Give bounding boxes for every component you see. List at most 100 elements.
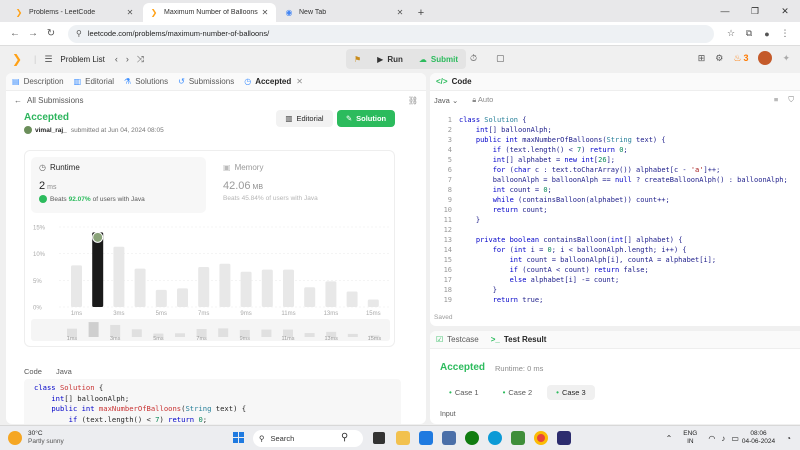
- weather-widget[interactable]: 30°C Partly sunny: [8, 430, 64, 446]
- code-line[interactable]: while (containsBalloon(alphabet)) count+…: [459, 195, 794, 205]
- bar[interactable]: [155, 289, 167, 307]
- app-icon-4[interactable]: [557, 431, 571, 445]
- clock[interactable]: 08:06 04-06-2024: [742, 430, 775, 446]
- battery-icon[interactable]: ▭: [731, 434, 739, 443]
- file-explorer-icon[interactable]: [396, 431, 410, 445]
- tab-editorial[interactable]: ▥ Editorial: [74, 77, 114, 86]
- close-tab-icon[interactable]: ✕: [125, 8, 135, 17]
- timer-icon[interactable]: ⏱: [470, 53, 477, 64]
- code-line[interactable]: for (char c : text.toCharArray()) alphab…: [459, 165, 794, 175]
- chrome-icon[interactable]: [534, 431, 548, 445]
- app-icon-1[interactable]: [419, 431, 433, 445]
- browser-tab-balloons[interactable]: ❯ Maximum Number of Balloons ✕: [143, 3, 276, 22]
- reload-icon[interactable]: ↻: [42, 28, 60, 39]
- premium-icon[interactable]: ✦: [782, 53, 790, 64]
- windows-start-icon[interactable]: [233, 432, 245, 444]
- code-line[interactable]: for (int i = 0; i < balloonAlph.length; …: [459, 245, 794, 255]
- bar[interactable]: [261, 269, 273, 307]
- app-icon-2[interactable]: [442, 431, 456, 445]
- case-1-button[interactable]: • Case 1: [440, 385, 488, 400]
- browser-tab-problems[interactable]: ❯ Problems - LeetCode ✕: [8, 3, 141, 22]
- bar[interactable]: [325, 281, 337, 307]
- editorial-button[interactable]: ▥ Editorial: [276, 110, 333, 127]
- bar[interactable]: [177, 288, 188, 307]
- case-3-button[interactable]: • Case 3: [547, 385, 595, 400]
- bar[interactable]: [283, 269, 294, 307]
- code-line[interactable]: int count = 0;: [459, 185, 794, 195]
- bar[interactable]: [304, 287, 316, 307]
- code-line[interactable]: int count = balloonAlph[i], countA = alp…: [459, 255, 794, 265]
- volume-icon[interactable]: ♪: [721, 434, 725, 443]
- shuffle-icon[interactable]: ⤨: [137, 54, 144, 65]
- maximize-icon[interactable]: ❐: [740, 0, 770, 22]
- close-tab-icon[interactable]: ✕: [296, 77, 303, 86]
- extensions-icon[interactable]: ⧉: [740, 28, 758, 39]
- debug-button[interactable]: ⚑: [346, 55, 369, 64]
- code-line[interactable]: }: [459, 285, 794, 295]
- prev-problem-icon[interactable]: ‹: [115, 54, 118, 64]
- tab-submissions[interactable]: ↺ Submissions: [178, 77, 234, 86]
- runtime-mini-chart[interactable]: 1ms 3ms 5ms 7ms 9ms 11ms 13ms 15ms: [31, 319, 390, 341]
- bar[interactable]: [198, 267, 210, 307]
- task-view-icon[interactable]: [373, 432, 385, 444]
- case-2-button[interactable]: • Case 2: [494, 385, 542, 400]
- solution-button[interactable]: ✎ Solution: [337, 110, 395, 127]
- code-line[interactable]: balloonAlph = balloonAlph == null ? crea…: [459, 175, 794, 185]
- fire-streak-icon[interactable]: ♨: [733, 53, 741, 64]
- bookmark-star-icon[interactable]: ☆: [722, 28, 740, 39]
- bar[interactable]: [367, 299, 379, 307]
- code-line[interactable]: private boolean containsBalloon(int[] al…: [459, 235, 794, 245]
- language-select[interactable]: Java ⌄: [434, 96, 458, 105]
- tab-test-result[interactable]: >_ Test Result: [491, 335, 547, 344]
- profile-icon[interactable]: ●: [758, 29, 776, 39]
- runtime-card[interactable]: ◷ Runtime 2 ms Beats 92.07% of users with…: [31, 157, 206, 213]
- tab-testcase[interactable]: ☑ Testcase: [436, 335, 479, 344]
- format-icon[interactable]: ≡: [774, 95, 778, 104]
- bar[interactable]: [113, 246, 125, 307]
- share-link-icon[interactable]: ⛓: [408, 96, 418, 105]
- code-line[interactable]: class Solution {: [459, 115, 794, 125]
- avatar[interactable]: [758, 51, 773, 65]
- code-line[interactable]: return count;: [459, 205, 794, 215]
- close-tab-icon[interactable]: ✕: [395, 8, 405, 17]
- browser-tab-newtab[interactable]: ◉ New Tab ✕: [278, 3, 411, 22]
- tab-solutions[interactable]: ⚗ Solutions: [124, 77, 168, 86]
- bar[interactable]: [71, 265, 82, 307]
- username[interactable]: vimal_raj_: [35, 127, 67, 134]
- leetcode-logo[interactable]: ❯: [10, 52, 24, 66]
- site-info-icon[interactable]: ⚲: [76, 29, 82, 38]
- tab-description[interactable]: ▤ Description: [12, 77, 64, 86]
- bar[interactable]: [240, 271, 252, 307]
- problem-list-link[interactable]: ☰ Problem List: [44, 54, 105, 65]
- tab-accepted[interactable]: ◷ Accepted ✕: [244, 77, 303, 86]
- layout-icon[interactable]: ⊞: [698, 53, 706, 64]
- code-line[interactable]: return true;: [459, 295, 794, 305]
- code-line[interactable]: if (text.length() < 7) return 0;: [459, 145, 794, 155]
- new-tab-button[interactable]: +: [413, 3, 429, 22]
- run-button[interactable]: ▶ Run: [369, 55, 411, 64]
- chevron-up-icon[interactable]: ⌃: [666, 434, 673, 443]
- submit-button[interactable]: ☁ Submit: [411, 55, 466, 64]
- notes-icon[interactable]: ▢: [496, 53, 505, 64]
- minimize-icon[interactable]: —: [710, 0, 740, 22]
- code-line[interactable]: }: [459, 215, 794, 225]
- memory-card[interactable]: ▣ Memory 42.06 MB Beats 45.84% of users w…: [215, 157, 390, 213]
- bar[interactable]: [219, 263, 231, 307]
- next-problem-icon[interactable]: ›: [126, 54, 129, 64]
- close-window-icon[interactable]: ✕: [770, 0, 800, 22]
- bar[interactable]: [134, 268, 146, 307]
- language-indicator[interactable]: ENG IN: [683, 430, 697, 446]
- settings-gear-icon[interactable]: ⚙: [715, 53, 723, 64]
- forward-arrow-icon[interactable]: →: [24, 28, 42, 39]
- bookmark-icon[interactable]: ⛉: [788, 95, 794, 104]
- code-editor[interactable]: class Solution { int[] balloonAlph; publ…: [459, 115, 794, 305]
- auto-mode[interactable]: 🔒︎ Auto: [472, 95, 493, 105]
- code-line[interactable]: else alphabet[i] -= count;: [459, 275, 794, 285]
- xbox-icon[interactable]: [465, 431, 479, 445]
- url-input[interactable]: ⚲ leetcode.com/problems/maximum-number-o…: [68, 24, 714, 43]
- edge-icon[interactable]: [488, 431, 502, 445]
- code-line[interactable]: public int maxNumberOfBalloons(String te…: [459, 135, 794, 145]
- wifi-icon[interactable]: ◠: [708, 434, 715, 443]
- code-line[interactable]: [459, 225, 794, 235]
- code-line[interactable]: if (countA < count) return false;: [459, 265, 794, 275]
